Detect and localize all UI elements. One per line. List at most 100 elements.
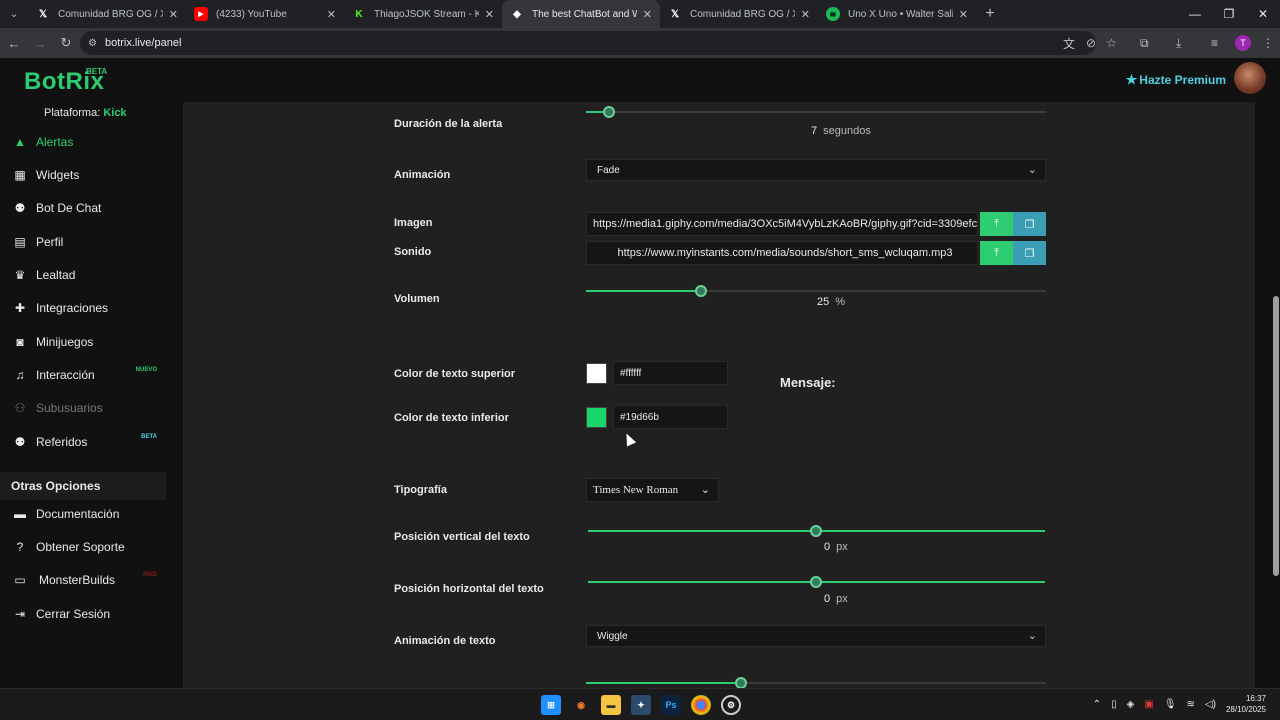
- text-animation-selected: Wiggle: [597, 630, 628, 642]
- back-icon[interactable]: ←: [2, 36, 26, 51]
- media-icon[interactable]: ≡: [1211, 28, 1218, 58]
- clock[interactable]: 16:37 28/10/2025: [1226, 693, 1266, 715]
- app-icon[interactable]: ✦: [631, 695, 651, 715]
- folder-icon[interactable]: ▬: [601, 695, 621, 715]
- sidebar-item-monsterbuilds[interactable]: ▭ MonsterBuilds PAID: [0, 566, 166, 594]
- bottom-color-swatch[interactable]: [586, 407, 607, 428]
- sidebar-item-lealtad[interactable]: ♛ Lealtad: [0, 261, 166, 289]
- tab-title: (4233) YouTube: [216, 8, 287, 20]
- eye-off-icon[interactable]: ⊘: [1086, 28, 1096, 58]
- sidebar-item-label: Minijuegos: [36, 335, 94, 349]
- animation-select[interactable]: Fade ⌄: [586, 159, 1046, 181]
- browser-tab[interactable]: ≋ Uno X Uno • Walter Salinas ✕: [818, 0, 976, 28]
- x-logo-icon: 𝕏: [38, 8, 48, 20]
- sidebar-item-bot-de-chat[interactable]: ⚉ Bot De Chat: [0, 194, 166, 222]
- tab-search-icon[interactable]: ⌄: [0, 0, 28, 28]
- sidebar-item-interaccion[interactable]: ♫ Interacción NUEVO: [0, 361, 166, 389]
- blender-icon[interactable]: ◉: [571, 695, 591, 715]
- bottom-color-input[interactable]: #19d66b: [613, 405, 728, 429]
- slider-thumb[interactable]: [810, 576, 822, 588]
- profile-icon[interactable]: T: [1235, 28, 1251, 58]
- upload-icon[interactable]: ⤒: [980, 212, 1013, 236]
- upload-icon[interactable]: ⤒: [980, 241, 1013, 265]
- text-animation-select[interactable]: Wiggle ⌄: [586, 625, 1046, 647]
- tab-title: ThiagoJSOK Stream - Kick Dash: [374, 8, 479, 20]
- sidebar-item-alertas[interactable]: ▲ Alertas: [0, 128, 166, 156]
- top-color-swatch[interactable]: [586, 363, 607, 384]
- close-tab-icon[interactable]: ✕: [327, 8, 336, 21]
- text-animation-slider[interactable]: [586, 677, 1046, 689]
- slider-thumb[interactable]: [603, 106, 615, 118]
- site-info-icon[interactable]: ⚙: [88, 38, 97, 49]
- windows-start-icon[interactable]: ⊞: [541, 695, 561, 715]
- wifi-icon[interactable]: ≋: [1187, 699, 1195, 710]
- steam-icon[interactable]: ⚙: [721, 695, 741, 715]
- gallery-icon[interactable]: ❐: [1013, 212, 1046, 236]
- photoshop-icon[interactable]: Ps: [661, 695, 681, 715]
- close-tab-icon[interactable]: ✕: [643, 8, 652, 21]
- browser-tab-active[interactable]: ◆ The best ChatBot and Widgets ✕: [502, 0, 660, 28]
- font-select[interactable]: Times New Roman ⌄: [586, 478, 719, 502]
- url-input[interactable]: ⚙ botrix.live/panel: [80, 31, 1096, 55]
- new-tab-button[interactable]: +: [976, 0, 1004, 28]
- extensions-icon[interactable]: ⧉: [1140, 28, 1149, 58]
- app-tray-icon[interactable]: ▣: [1144, 699, 1153, 710]
- horizontal-position-slider[interactable]: [588, 576, 1045, 588]
- sidebar-item-label: Obtener Soporte: [36, 540, 125, 554]
- mouse-cursor: [621, 431, 637, 447]
- bookmark-star-icon[interactable]: ☆: [1106, 28, 1117, 58]
- sidebar-item-subusuarios[interactable]: ⚇ Subusuarios: [0, 394, 166, 422]
- sidebar-item-cerrar-sesion[interactable]: ⇥ Cerrar Sesión: [0, 600, 166, 628]
- scrollbar-thumb[interactable]: [1273, 296, 1279, 576]
- chevron-up-icon[interactable]: ⌃: [1093, 699, 1101, 710]
- scrollbar[interactable]: [1272, 58, 1280, 688]
- browser-tab[interactable]: K ThiagoJSOK Stream - Kick Dash ✕: [344, 0, 502, 28]
- volume-slider[interactable]: [586, 285, 1046, 297]
- sidebar-item-perfil[interactable]: ▤ Perfil: [0, 228, 166, 256]
- image-url-input[interactable]: https://media1.giphy.com/media/3OXc5iM4V…: [586, 212, 978, 236]
- sound-url-input[interactable]: https://www.myinstants.com/media/sounds/…: [586, 241, 978, 265]
- microphone-icon[interactable]: 🎙︎: [1164, 699, 1177, 710]
- chrome-icon[interactable]: [691, 695, 711, 715]
- premium-link[interactable]: ★ Hazte Premium: [1126, 72, 1226, 88]
- sidebar-item-soporte[interactable]: ? Obtener Soporte: [0, 533, 166, 561]
- chevron-down-icon: ⌄: [700, 484, 710, 496]
- sidebar-item-referidos[interactable]: ⚉ Referidos BETA: [0, 428, 166, 456]
- security-icon[interactable]: ◈: [1127, 699, 1135, 710]
- volume-label: Volumen: [394, 293, 440, 305]
- sidebar-item-integraciones[interactable]: ✚ Integraciones: [0, 294, 166, 322]
- duration-slider[interactable]: [586, 106, 1046, 118]
- usb-icon[interactable]: ▯: [1111, 699, 1117, 710]
- slider-thumb[interactable]: [695, 285, 707, 297]
- close-tab-icon[interactable]: ✕: [959, 8, 968, 21]
- close-window-icon[interactable]: ✕: [1246, 0, 1280, 28]
- user-avatar[interactable]: [1234, 62, 1266, 94]
- warning-icon: ▲: [14, 135, 26, 149]
- browser-tab[interactable]: 𝕏 Comunidad BRG OG / X ✕: [660, 0, 818, 28]
- gallery-icon[interactable]: ❐: [1013, 241, 1046, 265]
- close-tab-icon[interactable]: ✕: [485, 8, 494, 21]
- browser-tab[interactable]: ▶ (4233) YouTube ✕: [186, 0, 344, 28]
- reload-icon[interactable]: ↻: [54, 35, 78, 51]
- forward-icon[interactable]: →: [28, 36, 52, 51]
- download-icon[interactable]: ⤓: [1176, 28, 1181, 58]
- translate-icon[interactable]: 文: [1063, 28, 1075, 58]
- chevron-down-icon: ⌄: [1027, 164, 1037, 176]
- menu-icon[interactable]: ⋮: [1262, 28, 1274, 58]
- volume-icon[interactable]: ◁): [1205, 699, 1216, 710]
- top-color-input[interactable]: #ffffff: [613, 361, 728, 385]
- sidebar-item-documentacion[interactable]: ▬ Documentación: [0, 500, 166, 528]
- sidebar-item-widgets[interactable]: ▦ Widgets: [0, 161, 166, 189]
- sidebar-item-minijuegos[interactable]: ◙ Minijuegos: [0, 328, 166, 356]
- close-tab-icon[interactable]: ✕: [801, 8, 810, 21]
- restore-icon[interactable]: ❐: [1212, 0, 1246, 28]
- browser-tab[interactable]: 𝕏 Comunidad BRG OG / X ✕: [28, 0, 186, 28]
- tab-title: Comunidad BRG OG / X: [58, 8, 163, 20]
- vertical-position-slider[interactable]: [588, 525, 1045, 537]
- slider-thumb[interactable]: [810, 525, 822, 537]
- tab-title: The best ChatBot and Widgets: [532, 8, 637, 20]
- close-tab-icon[interactable]: ✕: [169, 8, 178, 21]
- clock-date: 28/10/2025: [1225, 705, 1266, 714]
- minimize-icon[interactable]: —: [1178, 0, 1212, 28]
- sidebar-item-label: Documentación: [36, 507, 120, 521]
